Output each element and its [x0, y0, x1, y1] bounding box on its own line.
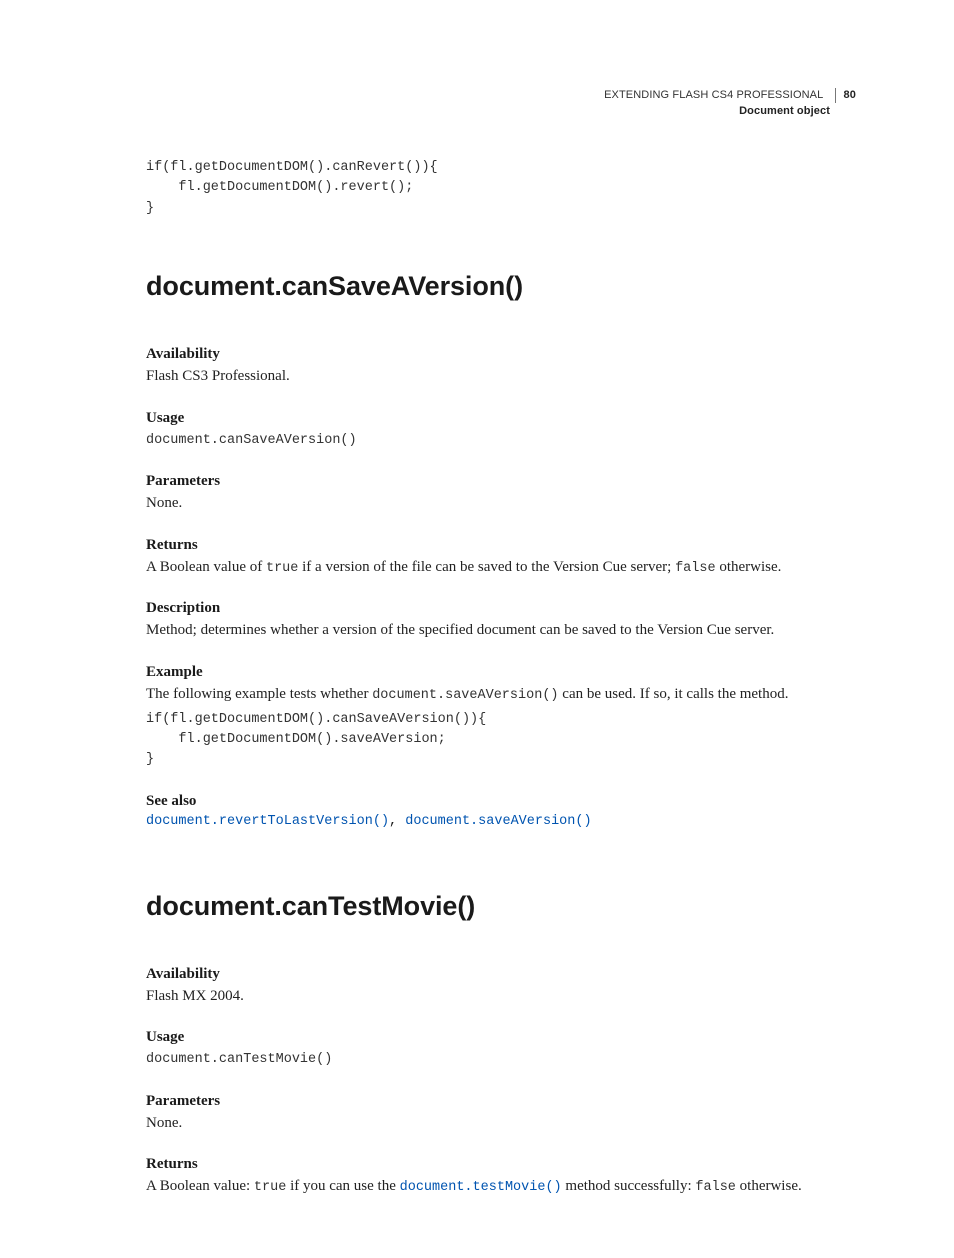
returns-mid2-2: method successfully:	[562, 1178, 696, 1194]
returns-label-2: Returns	[146, 1156, 856, 1173]
seealso-links: document.revertToLastVersion(), document…	[146, 814, 856, 829]
returns-mid-2: if you can use the	[286, 1178, 399, 1194]
parameters-text-2: None.	[146, 1113, 856, 1135]
description-label: Description	[146, 600, 856, 617]
parameters-block: Parameters None.	[146, 473, 856, 515]
example-intro-suffix: can be used. If so, it calls the method.	[559, 686, 789, 702]
returns-code-false-2: false	[695, 1180, 736, 1195]
example-intro-prefix: The following example tests whether	[146, 686, 372, 702]
example-intro-code: document.saveAVersion()	[372, 688, 558, 703]
seealso-label: See also	[146, 793, 856, 810]
returns-prefix: A Boolean value of	[146, 559, 266, 575]
usage-block: Usage document.canSaveAVersion()	[146, 410, 856, 451]
page-content: if(fl.getDocumentDOM().canRevert()){ fl.…	[146, 88, 856, 1198]
usage-code-2: document.canTestMovie()	[146, 1050, 856, 1070]
section-label: Document object	[604, 104, 856, 119]
availability-block: Availability Flash CS3 Professional.	[146, 346, 856, 388]
returns-code-true-2: true	[254, 1180, 286, 1195]
parameters-label: Parameters	[146, 473, 856, 490]
availability-block-2: Availability Flash MX 2004.	[146, 966, 856, 1008]
returns-mid: if a version of the file can be saved to…	[298, 559, 675, 575]
seealso-link-reverttolastversion[interactable]: document.revertToLastVersion()	[146, 814, 389, 829]
returns-block-2: Returns A Boolean value: true if you can…	[146, 1156, 856, 1198]
parameters-label-2: Parameters	[146, 1093, 856, 1110]
page-number: 80	[835, 88, 856, 103]
seealso-link-saveaversion[interactable]: document.saveAVersion()	[405, 814, 591, 829]
page: EXTENDING FLASH CS4 PROFESSIONAL 80 Docu…	[0, 0, 954, 1258]
returns-suffix: otherwise.	[716, 559, 782, 575]
seealso-block: See also document.revertToLastVersion(),…	[146, 793, 856, 829]
running-header: EXTENDING FLASH CS4 PROFESSIONAL 80 Docu…	[604, 88, 856, 119]
parameters-text: None.	[146, 493, 856, 515]
parameters-block-2: Parameters None.	[146, 1093, 856, 1135]
description-text: Method; determines whether a version of …	[146, 620, 856, 642]
book-title: EXTENDING FLASH CS4 PROFESSIONAL	[604, 88, 823, 103]
availability-label-2: Availability	[146, 966, 856, 983]
usage-label-2: Usage	[146, 1029, 856, 1046]
returns-suffix-2: otherwise.	[736, 1178, 802, 1194]
description-block: Description Method; determines whether a…	[146, 600, 856, 642]
returns-code-true: true	[266, 561, 298, 576]
availability-text-2: Flash MX 2004.	[146, 986, 856, 1008]
returns-label: Returns	[146, 537, 856, 554]
example-code: if(fl.getDocumentDOM().canSaveAVersion()…	[146, 710, 856, 771]
usage-code: document.canSaveAVersion()	[146, 431, 856, 451]
example-block: Example The following example tests whet…	[146, 664, 856, 771]
section-heading-cantestmovie: document.canTestMovie()	[146, 891, 856, 922]
returns-code-false: false	[675, 561, 716, 576]
usage-label: Usage	[146, 410, 856, 427]
example-intro: The following example tests whether docu…	[146, 684, 856, 706]
example-label: Example	[146, 664, 856, 681]
seealso-separator: ,	[389, 814, 405, 829]
returns-block: Returns A Boolean value of true if a ver…	[146, 537, 856, 579]
returns-prefix-2: A Boolean value:	[146, 1178, 254, 1194]
availability-label: Availability	[146, 346, 856, 363]
intro-code-block: if(fl.getDocumentDOM().canRevert()){ fl.…	[146, 158, 856, 219]
returns-text: A Boolean value of true if a version of …	[146, 557, 856, 579]
availability-text: Flash CS3 Professional.	[146, 366, 856, 388]
usage-block-2: Usage document.canTestMovie()	[146, 1029, 856, 1070]
section-heading-cansaveaversion: document.canSaveAVersion()	[146, 271, 856, 302]
returns-link-testmovie[interactable]: document.testMovie()	[400, 1180, 562, 1195]
returns-text-2: A Boolean value: true if you can use the…	[146, 1176, 856, 1198]
